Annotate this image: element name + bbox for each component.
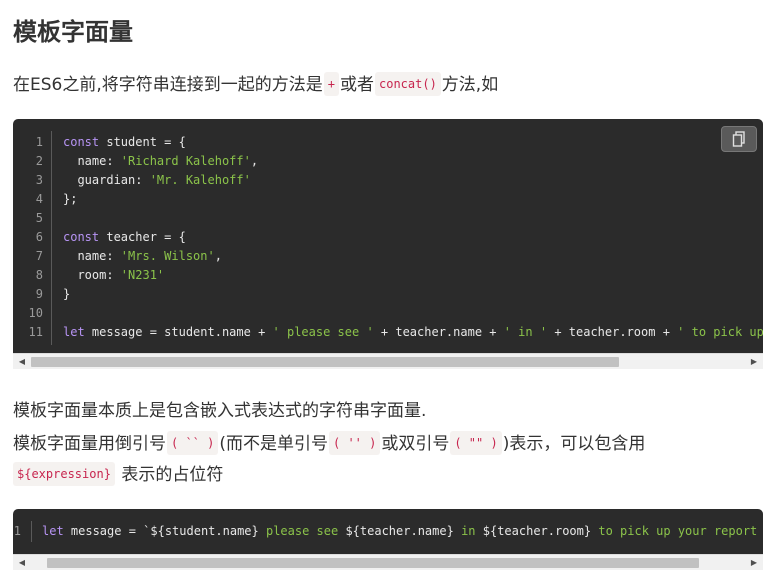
code-token: + teacher.name + bbox=[373, 325, 504, 339]
desc-text: 表示的占位符 bbox=[121, 465, 224, 485]
line-number: 7 bbox=[35, 249, 43, 263]
code-text: const student = { bbox=[63, 133, 186, 152]
code-text: } bbox=[63, 285, 70, 304]
code-line: 8 room: 'N231' bbox=[13, 266, 763, 285]
line-number: 1 bbox=[35, 135, 43, 149]
code-token: 'N231' bbox=[120, 268, 165, 282]
code-line: 1 const student = { bbox=[13, 133, 763, 152]
intro-middle: 或者 bbox=[340, 75, 374, 95]
line-number: 8 bbox=[35, 268, 43, 282]
code-line: 6 const teacher = { bbox=[13, 228, 763, 247]
line-number: 4 bbox=[35, 192, 43, 206]
code-token: let bbox=[63, 325, 85, 339]
code-token: ${teacher.room} bbox=[475, 524, 599, 538]
code-token: ' in ' bbox=[503, 325, 548, 339]
code-token: const bbox=[63, 230, 100, 244]
horizontal-scrollbar-1[interactable]: ◀ ▶ bbox=[13, 353, 763, 369]
code-token: name: bbox=[63, 154, 121, 168]
code-line: 3 guardian: 'Mr. Kalehoff' bbox=[13, 171, 763, 190]
code-token: 'Richard Kalehoff' bbox=[120, 154, 251, 168]
inline-code-expression: ${expression} bbox=[13, 462, 115, 486]
code-line: 11 let message = student.name + ' please … bbox=[13, 323, 763, 342]
code-token: name: bbox=[63, 249, 121, 263]
line-number: 9 bbox=[35, 287, 43, 301]
code-line: 5 bbox=[13, 209, 763, 228]
code-text: }; bbox=[63, 190, 77, 209]
scroll-right-arrow-icon[interactable]: ▶ bbox=[747, 354, 761, 369]
code-token: ${teacher.name} bbox=[338, 524, 462, 538]
desc-text: 或双引号 bbox=[381, 434, 450, 454]
line-number: 2 bbox=[35, 154, 43, 168]
inline-code-plus: + bbox=[323, 72, 339, 96]
code-line: 1 let message = `${student.name} please s… bbox=[13, 522, 763, 541]
code-line: 9} bbox=[13, 285, 763, 304]
code-token: 'Mr. Kalehoff' bbox=[149, 173, 251, 187]
intro-paragraph: 在ES6之前,将字符串连接到一起的方法是 + 或者 concat() 方法,如 bbox=[13, 72, 498, 96]
code-token: 'Mrs. Wilson' bbox=[120, 249, 215, 263]
code-text: guardian: 'Mr. Kalehoff' bbox=[63, 171, 251, 190]
code-text: room: 'N231' bbox=[63, 266, 164, 285]
desc-text: )表示，可以包含用 bbox=[502, 434, 646, 454]
scroll-left-arrow-icon[interactable]: ◀ bbox=[15, 555, 29, 570]
copy-button[interactable] bbox=[721, 126, 757, 152]
code-token: , bbox=[250, 154, 259, 168]
code-token: const bbox=[63, 135, 100, 149]
code-token: } bbox=[63, 287, 71, 301]
code-text: let message = student.name + ' please se… bbox=[63, 323, 763, 342]
inline-code-single-quote: ( '' ) bbox=[329, 431, 381, 455]
line-number: 6 bbox=[35, 230, 43, 244]
code-token: let bbox=[42, 524, 64, 538]
intro-suffix: 方法,如 bbox=[441, 75, 499, 95]
code-token: , bbox=[214, 249, 222, 263]
scroll-left-arrow-icon[interactable]: ◀ bbox=[15, 354, 29, 369]
code-token: room: bbox=[63, 268, 121, 282]
code-token: student = { bbox=[99, 135, 186, 149]
code-token: message = `${student.name} bbox=[63, 524, 266, 538]
code-token: + teacher.room + bbox=[547, 325, 678, 339]
horizontal-scrollbar-2[interactable]: ◀ ▶ bbox=[13, 554, 763, 570]
code-token: to pick up your report card. bbox=[598, 524, 758, 538]
description-line-3: ${expression} 表示的占位符 bbox=[13, 462, 223, 486]
code-token: teacher = { bbox=[99, 230, 186, 244]
code-text: const teacher = { bbox=[63, 228, 186, 247]
code-text: let message = `${student.name} please se… bbox=[42, 522, 763, 541]
code-text: name: 'Mrs. Wilson', bbox=[63, 247, 222, 266]
inline-code-backtick: ( `` ) bbox=[167, 431, 219, 455]
code-token: please see bbox=[265, 524, 339, 538]
code-token: }; bbox=[63, 192, 78, 206]
code-text: name: 'Richard Kalehoff', bbox=[63, 152, 258, 171]
code-line: 7 name: 'Mrs. Wilson', bbox=[13, 247, 763, 266]
inline-code-double-quote: ( "" ) bbox=[450, 431, 502, 455]
scroll-right-arrow-icon[interactable]: ▶ bbox=[747, 555, 761, 570]
desc-text: 模板字面量用倒引号 bbox=[13, 434, 166, 454]
desc-text: (而不是单引号 bbox=[219, 434, 328, 454]
code-line: 10 bbox=[13, 304, 763, 323]
line-number: 11 bbox=[28, 325, 43, 339]
code-token: message = student.name + bbox=[84, 325, 273, 339]
line-number: 3 bbox=[35, 173, 43, 187]
inline-code-concat: concat() bbox=[375, 72, 441, 96]
code-token: ' to pick up your report card.' bbox=[677, 325, 763, 339]
code-block-1: 1 const student = {2 name: 'Richard Kaleh… bbox=[13, 119, 763, 353]
line-number: 5 bbox=[35, 211, 43, 225]
line-number: 10 bbox=[28, 306, 43, 320]
page-title: 模板字面量 bbox=[13, 18, 133, 46]
code-line: 2 name: 'Richard Kalehoff', bbox=[13, 152, 763, 171]
code-block-2: 1 let message = `${student.name} please s… bbox=[13, 509, 763, 554]
code-token: guardian: bbox=[63, 173, 150, 187]
description-line-1: 模板字面量本质上是包含嵌入式表达式的字符串字面量. bbox=[13, 401, 427, 421]
code-line: 4}; bbox=[13, 190, 763, 209]
intro-prefix: 在ES6之前,将字符串连接到一起的方法是 bbox=[13, 75, 323, 95]
scrollbar-thumb[interactable] bbox=[47, 558, 699, 568]
copy-icon bbox=[732, 131, 745, 147]
code-token: ' please see ' bbox=[272, 325, 374, 339]
code-token: in bbox=[461, 524, 476, 538]
description-line-2: 模板字面量用倒引号( `` ) (而不是单引号( '' ) 或双引号( "" ))表… bbox=[13, 431, 645, 455]
scrollbar-thumb[interactable] bbox=[31, 357, 619, 367]
line-number: 1 bbox=[13, 524, 21, 538]
